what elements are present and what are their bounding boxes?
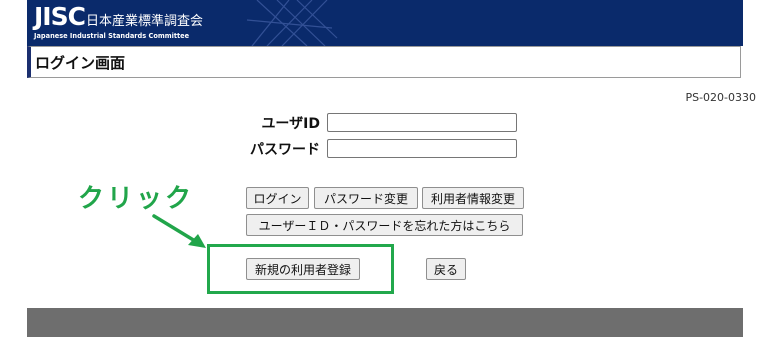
user-id-input[interactable] (327, 113, 517, 132)
page-title: ログイン画面 (35, 54, 126, 72)
header-banner: JISC 日本産業標準調査会 Japanese Industrial Stand… (27, 0, 743, 46)
user-id-label: ユーザID (261, 116, 320, 132)
back-button[interactable]: 戻る (426, 258, 466, 280)
change-user-info-button[interactable]: 利用者情報変更 (422, 187, 524, 209)
page-title-bar: ログイン画面 (27, 46, 741, 78)
highlight-box (207, 244, 394, 294)
password-input[interactable] (327, 139, 517, 158)
logo-english-name: Japanese Industrial Standards Committee (34, 32, 190, 40)
login-button[interactable]: ログイン (246, 187, 309, 209)
click-annotation-text: クリック (78, 184, 195, 214)
footer-bar (27, 308, 743, 337)
forgot-credentials-button[interactable]: ユーザーＩＤ・パスワードを忘れた方はこちら (246, 214, 523, 236)
logo-mark: JISC (34, 2, 86, 31)
logo-japanese-name: 日本産業標準調査会 (86, 14, 204, 29)
password-label: パスワード (250, 142, 320, 158)
screen-id: PS-020-0330 (685, 91, 756, 104)
change-password-button[interactable]: パスワード変更 (314, 187, 418, 209)
green-arrow-icon (152, 214, 206, 248)
